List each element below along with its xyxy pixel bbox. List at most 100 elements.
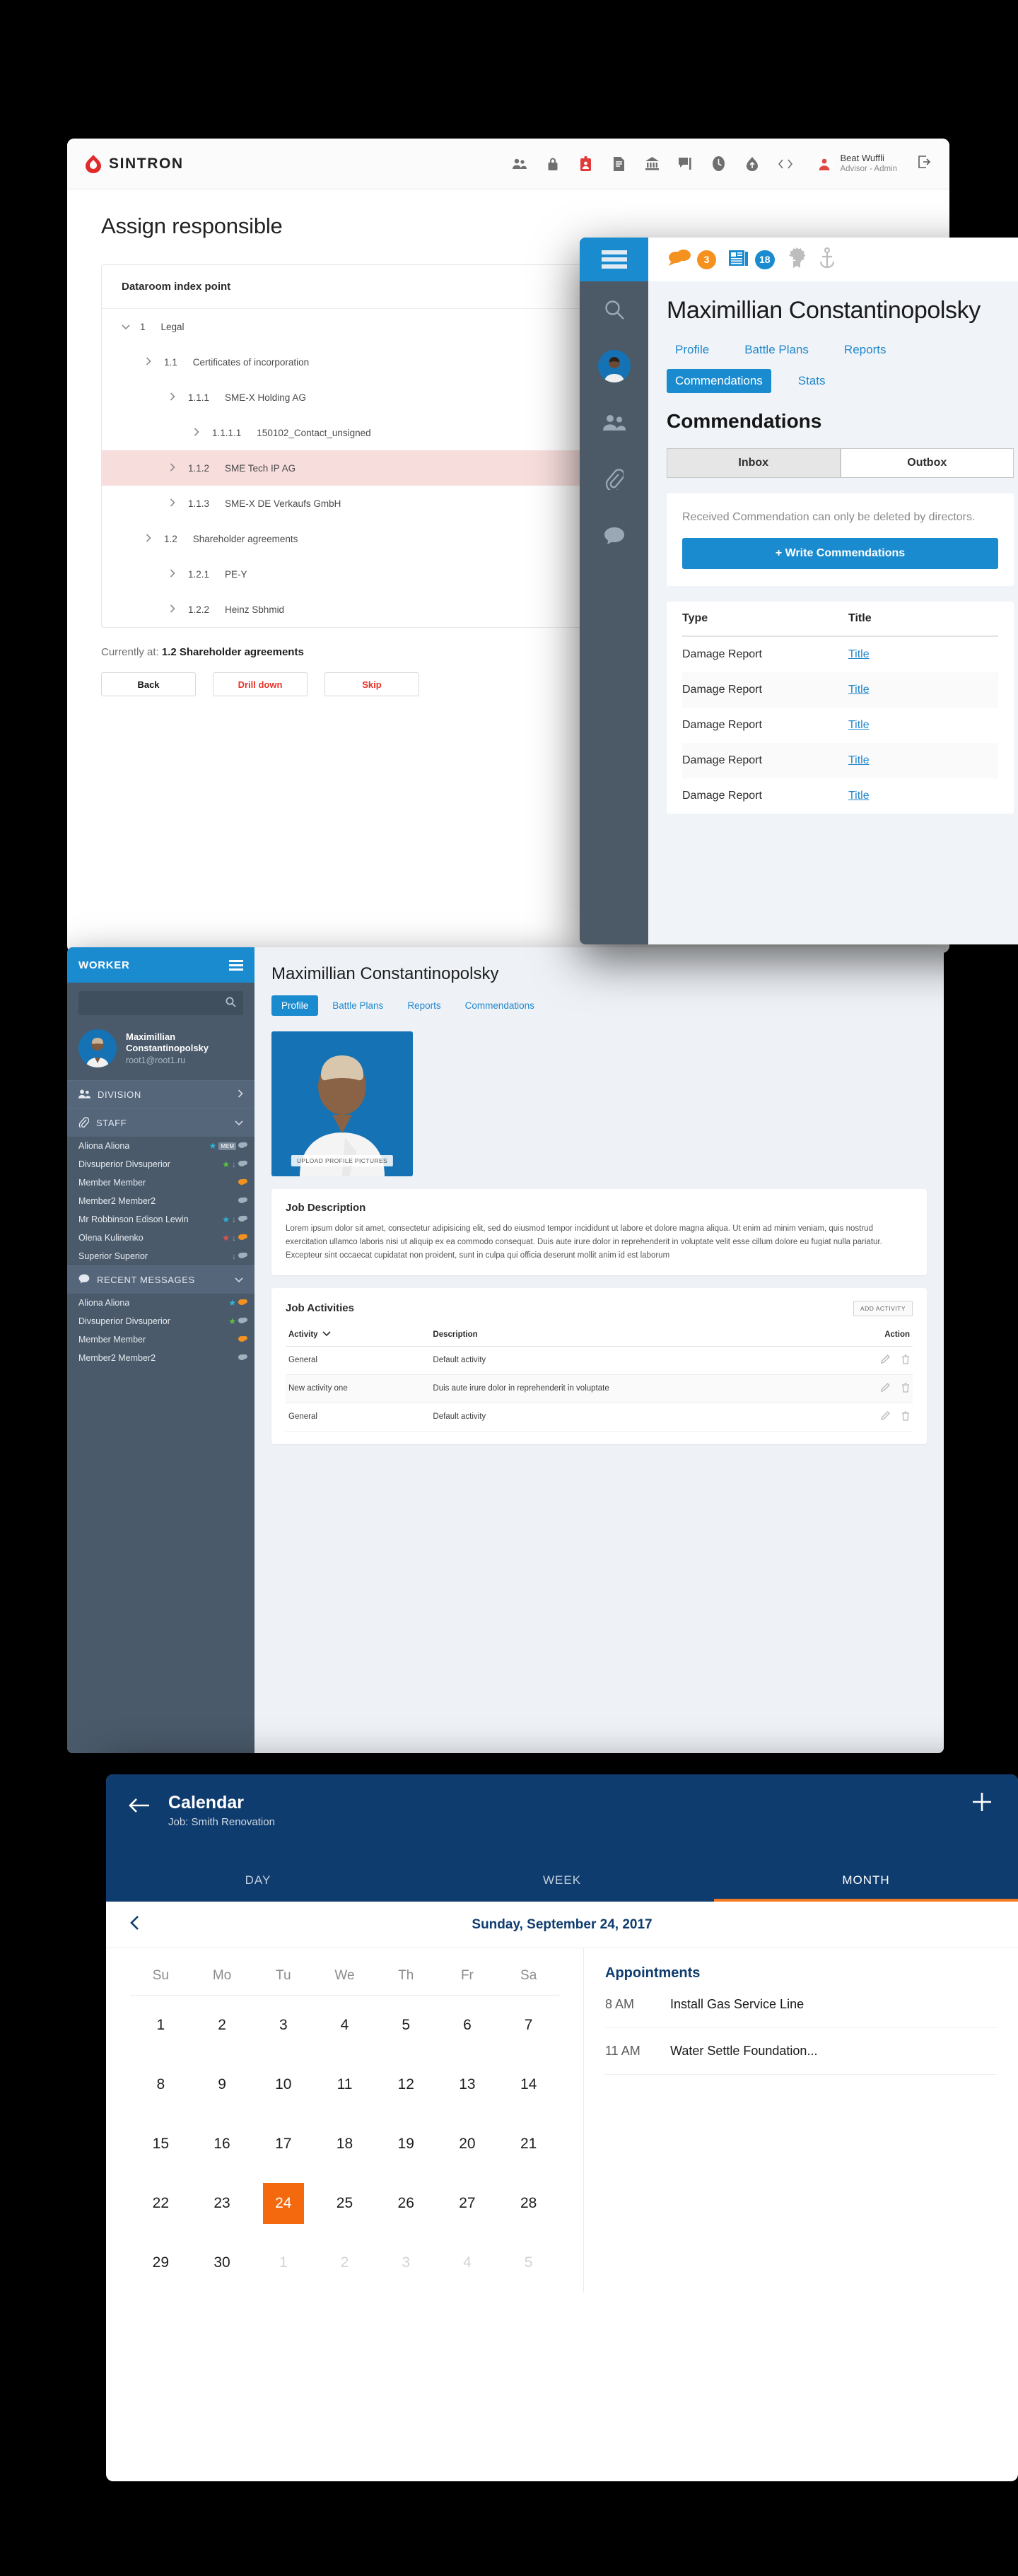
calendar-day[interactable]: 29 [130,2233,192,2293]
group-icon[interactable] [580,394,648,451]
calendar-day[interactable]: 30 [192,2233,253,2293]
chevron-right-icon[interactable] [146,356,164,368]
calendar-day[interactable]: 19 [375,2114,437,2174]
trash-icon[interactable] [901,1411,910,1423]
calendar-day[interactable]: 24 [252,2174,314,2233]
anchor-icon[interactable] [819,247,836,272]
calendar-day[interactable]: 4 [314,1996,375,2055]
table-row[interactable]: General Default activity [286,1346,913,1375]
appointment-row[interactable]: 11 AM Water Settle Foundation... [605,2028,997,2075]
calendar-day[interactable]: 21 [498,2114,559,2174]
news-chip[interactable]: 18 [729,249,775,271]
sidebar-group-staff[interactable]: STAFF [67,1108,255,1137]
table-row[interactable]: Damage Report Title [682,637,998,672]
tab-profile[interactable]: Profile [271,995,319,1016]
calendar-day[interactable]: 12 [375,2055,437,2114]
drill-down-button[interactable]: Drill down [213,672,308,696]
calendar-day[interactable]: 8 [130,2055,192,2114]
write-commendations-button[interactable]: + Write Commendations [682,538,998,570]
chevron-right-icon[interactable] [238,1089,243,1100]
code-icon[interactable] [777,155,793,172]
pencil-icon[interactable] [881,1354,890,1366]
calendar-day[interactable]: 18 [314,2114,375,2174]
title-link[interactable]: Title [848,754,870,766]
arrow-left-icon[interactable] [129,1797,150,1819]
sidebar-staff-item[interactable]: Member2 Member2 [67,1349,255,1367]
chevron-down-icon[interactable] [235,1118,243,1128]
calendar-day[interactable]: 10 [252,2055,314,2114]
calendar-day[interactable]: 11 [314,2055,375,2114]
tab-reports[interactable]: Reports [836,338,895,362]
calendar-day[interactable]: 23 [192,2174,253,2233]
chevron-right-icon[interactable] [170,462,188,474]
title-link[interactable]: Title [848,719,870,731]
hamburger-menu-icon[interactable] [229,959,243,971]
plus-icon[interactable] [971,1791,993,1817]
profile-photo[interactable]: UPLOAD PROFILE PICTURES [271,1031,413,1176]
document-icon[interactable] [611,155,627,172]
back-button[interactable]: Back [101,672,196,696]
sintron-user-block[interactable]: Beat Wuffli Advisor - Admin [816,153,897,175]
tab-reports[interactable]: Reports [397,995,450,1016]
add-activity-button[interactable]: ADD ACTIVITY [853,1300,913,1316]
calendar-day[interactable]: 25 [314,2174,375,2233]
clock-icon[interactable] [710,155,727,172]
worker-profile[interactable]: Maximillian Constantinopolsky root1@root… [67,1025,255,1080]
sidebar-group-recent-messages[interactable]: RECENT MESSAGES [67,1265,255,1294]
calendar-day[interactable]: 3 [252,1996,314,2055]
chevron-right-icon[interactable] [170,498,188,509]
sidebar-staff-item[interactable]: Aliona Aliona ★ [67,1294,255,1312]
chat-icon[interactable] [580,508,648,564]
tab-stats[interactable]: Stats [790,369,834,393]
calendar-day[interactable]: 4 [437,2233,498,2293]
calendar-day[interactable]: 26 [375,2174,437,2233]
table-row[interactable]: Damage Report Title [682,743,998,779]
search-icon[interactable] [226,997,236,1010]
calendar-day[interactable]: 1 [252,2233,314,2293]
calendar-day[interactable]: 1 [130,1996,192,2055]
sidebar-staff-item[interactable]: Aliona Aliona ★ MEM [67,1137,255,1155]
chevron-down-icon[interactable] [322,1330,331,1339]
calendar-day[interactable]: 28 [498,2174,559,2233]
table-row[interactable]: General Default activity [286,1403,913,1432]
messages-chip[interactable]: 3 [668,248,716,271]
calendar-day[interactable]: 16 [192,2114,253,2174]
table-row[interactable]: Damage Report Title [682,708,998,743]
search-input[interactable] [86,998,226,1008]
people-icon[interactable] [511,155,527,172]
calendar-day[interactable]: 6 [437,1996,498,2055]
tab-battle-plans[interactable]: Battle Plans [736,338,817,362]
chevron-right-icon[interactable] [194,427,212,438]
chevron-right-icon[interactable] [170,604,188,615]
sidebar-staff-item[interactable]: Divsuperior Divsuperior ★ ↓ [67,1155,255,1173]
pencil-icon[interactable] [881,1383,890,1395]
sintron-logo[interactable]: SINTRON [86,154,184,173]
table-row[interactable]: New activity one Duis aute irure dolor in… [286,1374,913,1403]
segment-outbox[interactable]: Outbox [840,448,1014,479]
calendar-day[interactable]: 2 [192,1996,253,2055]
chevron-left-icon[interactable] [106,1915,163,1935]
calendar-day[interactable]: 3 [375,2233,437,2293]
calendar-day[interactable]: 2 [314,2233,375,2293]
calendar-day[interactable]: 9 [192,2055,253,2114]
tab-battle-plans[interactable]: Battle Plans [322,995,393,1016]
search-icon[interactable] [580,281,648,338]
trash-icon[interactable] [901,1354,910,1366]
sidebar-staff-item[interactable]: Divsuperior Divsuperior ★ [67,1312,255,1330]
rail-menu-cell[interactable] [580,238,648,281]
table-row[interactable]: Damage Report Title [682,778,998,814]
chevron-right-icon[interactable] [146,533,164,544]
calendar-day[interactable]: 27 [437,2174,498,2233]
hamburger-menu-icon[interactable] [601,247,627,271]
award-ribbon-icon[interactable] [788,247,806,272]
appointment-row[interactable]: 8 AM Install Gas Service Line [605,1981,997,2028]
tab-profile[interactable]: Profile [667,338,718,362]
sidebar-group-division[interactable]: DIVISION [67,1080,255,1108]
calendar-day[interactable]: 15 [130,2114,192,2174]
id-badge-icon[interactable] [578,155,594,172]
title-link[interactable]: Title [848,648,870,660]
chevron-right-icon[interactable] [170,392,188,403]
user-avatar-icon[interactable] [580,338,648,394]
tab-commendations[interactable]: Commendations [667,369,771,394]
calendar-mode-week[interactable]: WEEK [410,1873,714,1902]
